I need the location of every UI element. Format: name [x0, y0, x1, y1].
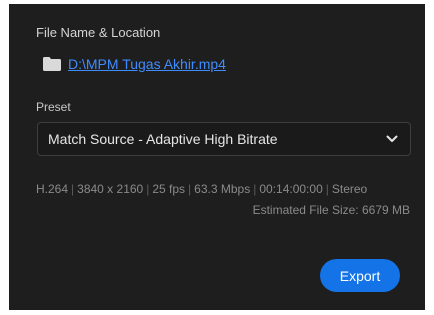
- summary-separator: |: [253, 182, 257, 196]
- preset-label: Preset: [36, 100, 71, 114]
- export-summary: H.264 | 3840 x 2160 | 25 fps | 63.3 Mbps | 00:14…: [36, 182, 411, 196]
- file-location-row: D:\MPM Tugas Akhir.mp4: [43, 55, 226, 73]
- summary-bitrate: 63.3 Mbps: [194, 182, 251, 196]
- folder-icon: [43, 57, 61, 71]
- summary-codec: H.264: [36, 182, 69, 196]
- chevron-down-icon: [386, 135, 398, 142]
- export-settings-panel: File Name & Location D:\MPM Tugas Akhir.…: [9, 4, 425, 310]
- preset-dropdown[interactable]: Match Source - Adaptive High Bitrate: [37, 122, 411, 156]
- preset-selected-value: Match Source - Adaptive High Bitrate: [48, 131, 278, 147]
- summary-separator: |: [325, 182, 329, 196]
- estimated-file-size: Estimated File Size: 6679 MB: [252, 203, 410, 217]
- summary-duration: 00:14:00:00: [259, 182, 323, 196]
- summary-separator: |: [146, 182, 150, 196]
- summary-frame-rate: 25 fps: [152, 182, 186, 196]
- summary-separator: |: [188, 182, 192, 196]
- summary-resolution: 3840 x 2160: [77, 182, 144, 196]
- summary-audio: Stereo: [331, 182, 368, 196]
- file-path-link[interactable]: D:\MPM Tugas Akhir.mp4: [68, 56, 226, 72]
- export-button[interactable]: Export: [320, 259, 400, 292]
- file-name-location-label: File Name & Location: [36, 25, 161, 40]
- summary-separator: |: [71, 182, 75, 196]
